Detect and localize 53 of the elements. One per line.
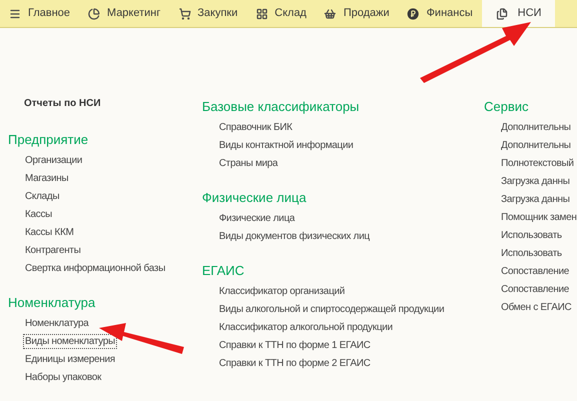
menu-link[interactable]: Виды контактной информации [218,138,354,152]
menu-link[interactable]: Контрагенты [24,244,82,256]
coin-icon [407,8,420,20]
section-tab[interactable]: НСИ [482,0,556,27]
menu-link[interactable]: Кассы [24,208,54,220]
section-tab[interactable]: Финансы [398,0,482,27]
group-title: ЕГАИС [202,262,246,280]
menu-link[interactable]: Использовать [500,228,563,242]
pie-chart-icon [88,8,100,20]
menu-link[interactable]: Загрузка данны [500,174,571,188]
menu-link[interactable]: Сопоставление [500,264,570,278]
menu-link[interactable]: Единицы измерения [24,352,116,366]
section-tab[interactable]: Маркетинг [79,0,170,27]
menu-link[interactable]: Кассы ККМ [24,226,75,238]
cart-icon [178,8,191,20]
grid-icon [256,8,268,20]
menu-link[interactable]: Полнотекстовый [500,156,575,170]
menu-link[interactable]: Наборы упаковок [24,370,102,384]
menu-link[interactable]: Склады [24,190,60,202]
menu-link[interactable]: Страны мира [218,156,279,170]
menu-link[interactable]: Справки к ТТН по форме 2 ЕГАИС [218,356,372,370]
menu-link[interactable]: Номенклатура [24,316,90,330]
reports-link[interactable]: Отчеты по НСИ [8,94,194,112]
menu-link[interactable]: Загрузка данны [500,192,571,206]
menu-link[interactable]: Виды номенклатуры [24,334,116,348]
basket-icon [324,8,336,20]
menu-link[interactable]: Виды документов физических лиц [218,230,371,242]
section-tab[interactable]: Продажи [315,0,398,27]
menu-link[interactable]: Сопоставление [500,282,570,296]
menu-link[interactable]: Магазины [24,172,70,184]
menu-link[interactable]: Обмен с ЕГАИС [500,300,572,314]
group-title: Физические лица [202,189,308,208]
menu-link[interactable]: Физические лица [218,212,296,224]
menu-link[interactable]: Свертка информационной базы [24,262,166,274]
section-tab[interactable]: Закупки [170,0,247,27]
menu-link[interactable]: Организации [24,154,84,166]
section-tab[interactable]: Главное [0,0,80,27]
menu-link[interactable]: Справочник БИК [218,120,294,134]
group-title: Базовые классификаторы [202,98,360,116]
menu-link[interactable]: Дополнительны [500,138,572,152]
menu-link[interactable]: Использовать [500,246,563,260]
menu-link[interactable]: Виды алкогольной и спиртосодержащей продукции [218,302,446,316]
menu-link[interactable]: Дополнительны [500,120,572,134]
menu-icon [9,8,21,20]
menu-link[interactable]: Классификатор алкогольной продукции [218,320,394,334]
menu-link[interactable]: Помощник замен [500,210,577,224]
documents-icon [496,8,508,20]
menu-link[interactable]: Классификатор организаций [218,284,346,298]
group-title: Номенклатура [8,294,96,312]
group-title: Сервис [484,98,530,116]
section-tab[interactable]: Склад [246,0,316,27]
group-title: Предприятие [8,131,90,150]
menu-link[interactable]: Справки к ТТН по форме 1 ЕГАИС [218,338,372,352]
